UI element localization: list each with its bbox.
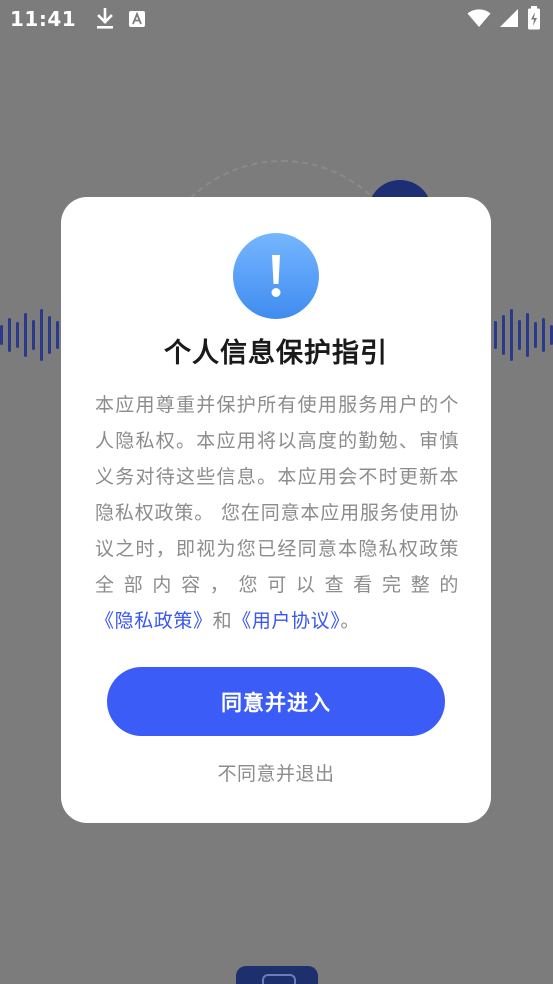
download-icon — [96, 8, 114, 30]
end-punctuation: 。 — [340, 610, 360, 632]
and-text: 和 — [212, 610, 233, 632]
battery-charging-icon — [527, 6, 541, 30]
notification-icons — [96, 8, 146, 30]
disagree-and-exit-link[interactable]: 不同意并退出 — [61, 759, 491, 786]
user-agreement-link[interactable]: 《用户协议》 — [232, 610, 340, 632]
wifi-icon — [467, 8, 491, 28]
font-a-icon — [128, 10, 146, 28]
agree-and-enter-button[interactable]: 同意并进入 — [107, 667, 445, 736]
signal-icon — [499, 8, 519, 28]
privacy-dialog: 个人信息保护指引 本应用尊重并保护所有使用服务用户的个人隐私权。本应用将以高度的… — [61, 197, 491, 823]
status-time: 11:41 — [10, 7, 77, 31]
dialog-title: 个人信息保护指引 — [164, 338, 388, 369]
background-shield-badge — [236, 966, 318, 984]
status-bar: 11:41 — [0, 0, 553, 38]
privacy-policy-link[interactable]: 《隐私政策》 — [95, 610, 213, 632]
exclamation-icon — [233, 233, 319, 319]
privacy-notice-text: 本应用尊重并保护所有使用服务用户的个人隐私权。本应用将以高度的勤勉、审慎义务对待… — [95, 394, 459, 596]
app-screen: 11:41 个人信息保护指引 本应用尊重并保护所有使用服务用户的个人隐私权。本应… — [0, 0, 553, 984]
system-icons — [467, 6, 541, 30]
dialog-body: 本应用尊重并保护所有使用服务用户的个人隐私权。本应用将以高度的勤勉、审慎义务对待… — [95, 387, 459, 639]
